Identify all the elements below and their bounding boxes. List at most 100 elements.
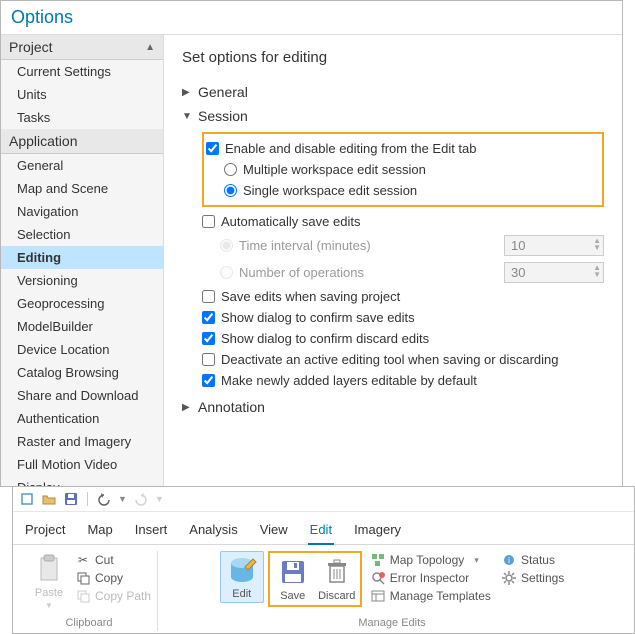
sidebar-item-tasks[interactable]: Tasks (1, 106, 163, 129)
sidebar-item-authentication[interactable]: Authentication (1, 407, 163, 430)
manage-templates-button[interactable]: Manage Templates (370, 587, 491, 605)
cut-button[interactable]: ✂ Cut (75, 551, 151, 569)
copy-icon (75, 570, 91, 586)
discard-icon (321, 556, 353, 588)
checkbox-confirm-discard[interactable] (202, 332, 215, 345)
gear-icon (501, 570, 517, 586)
group-annotation[interactable]: ▶ Annotation (182, 395, 604, 419)
option-label: Enable and disable editing from the Edit… (225, 141, 477, 156)
dropdown-label: Map Topology (390, 553, 465, 567)
option-save-on-project[interactable]: Save edits when saving project (202, 286, 604, 307)
sidebar-item-catalog-browsing[interactable]: Catalog Browsing (1, 361, 163, 384)
group-session[interactable]: ▼ Session (182, 104, 604, 128)
sidebar-item-navigation[interactable]: Navigation (1, 200, 163, 223)
ribbon-tabs: Project Map Insert Analysis View Edit Im… (13, 512, 634, 545)
sidebar-item-general[interactable]: General (1, 154, 163, 177)
sidebar-section-application[interactable]: Application (1, 129, 163, 154)
paste-icon (33, 553, 65, 585)
group-general[interactable]: ▶ General (182, 80, 604, 104)
new-project-icon[interactable] (19, 491, 35, 507)
button-label: Edit (232, 588, 251, 600)
sidebar-item-versioning[interactable]: Versioning (1, 269, 163, 292)
sidebar-item-geoprocessing[interactable]: Geoprocessing (1, 292, 163, 315)
svg-text:i: i (508, 556, 510, 565)
sidebar-item-units[interactable]: Units (1, 83, 163, 106)
radio-num-operations (220, 266, 233, 279)
edit-icon (226, 554, 258, 586)
option-confirm-save[interactable]: Show dialog to confirm save edits (202, 307, 604, 328)
sidebar-item-map-and-scene[interactable]: Map and Scene (1, 177, 163, 200)
option-single-workspace[interactable]: Single workspace edit session (206, 180, 600, 201)
option-multi-workspace[interactable]: Multiple workspace edit session (206, 159, 600, 180)
tab-project[interactable]: Project (23, 518, 67, 544)
save-button[interactable]: Save (271, 554, 315, 604)
radio-single-workspace[interactable] (224, 184, 237, 197)
sidebar-item-editing[interactable]: Editing (1, 246, 163, 269)
option-new-layers-editable[interactable]: Make newly added layers editable by defa… (202, 370, 604, 391)
copy-path-icon (75, 588, 91, 604)
map-topology-dropdown[interactable]: Map Topology ▾ (370, 551, 491, 569)
sidebar-item-selection[interactable]: Selection (1, 223, 163, 246)
option-auto-save[interactable]: Automatically save edits (202, 211, 604, 232)
group-label: Session (198, 108, 248, 124)
time-interval-value: 10 (511, 238, 525, 253)
option-time-interval: Time interval (minutes) 10 ▲▼ (202, 232, 604, 259)
group-label: Annotation (198, 399, 265, 415)
open-folder-icon[interactable] (41, 491, 57, 507)
checkbox-enable-edit-tab[interactable] (206, 142, 219, 155)
save-icon[interactable] (63, 491, 79, 507)
tab-edit[interactable]: Edit (308, 518, 334, 545)
checkbox-save-on-project[interactable] (202, 290, 215, 303)
undo-icon[interactable] (96, 491, 112, 507)
chevron-down-icon: ▾ (474, 555, 479, 566)
checkbox-deactivate-tool[interactable] (202, 353, 215, 366)
checkbox-confirm-save[interactable] (202, 311, 215, 324)
sidebar-item-device-location[interactable]: Device Location (1, 338, 163, 361)
chevron-right-icon: ▶ (182, 87, 192, 98)
sidebar-item-current-settings[interactable]: Current Settings (1, 60, 163, 83)
option-label: Automatically save edits (221, 214, 360, 229)
error-inspector-icon (370, 570, 386, 586)
settings-button[interactable]: Settings (501, 569, 564, 587)
option-confirm-discard[interactable]: Show dialog to confirm discard edits (202, 328, 604, 349)
sidebar-item-display[interactable]: Display (1, 476, 163, 486)
button-label: Cut (95, 553, 114, 567)
sidebar-item-share-and-download[interactable]: Share and Download (1, 384, 163, 407)
error-inspector-button[interactable]: Error Inspector (370, 569, 491, 587)
button-label: Error Inspector (390, 571, 469, 585)
tab-imagery[interactable]: Imagery (352, 518, 403, 544)
ribbon-group-label: Manage Edits (358, 615, 425, 631)
checkbox-new-layers-editable[interactable] (202, 374, 215, 387)
option-num-operations: Number of operations 30 ▲▼ (202, 259, 604, 286)
sidebar-item-full-motion-video[interactable]: Full Motion Video (1, 453, 163, 476)
option-label: Number of operations (239, 265, 364, 280)
checkbox-auto-save[interactable] (202, 215, 215, 228)
discard-button[interactable]: Discard (315, 554, 359, 604)
dropdown-icon[interactable]: ▼ (118, 494, 127, 504)
sidebar-item-raster-and-imagery[interactable]: Raster and Imagery (1, 430, 163, 453)
option-label: Time interval (minutes) (239, 238, 371, 253)
option-deactivate-tool[interactable]: Deactivate an active editing tool when s… (202, 349, 604, 370)
copy-button[interactable]: Copy (75, 569, 151, 587)
button-label: Paste (35, 587, 63, 599)
dropdown-icon[interactable]: ▼ (155, 494, 164, 504)
tab-view[interactable]: View (258, 518, 290, 544)
status-button[interactable]: i Status (501, 551, 564, 569)
tab-analysis[interactable]: Analysis (187, 518, 239, 544)
option-label: Save edits when saving project (221, 289, 400, 304)
tab-insert[interactable]: Insert (133, 518, 170, 544)
options-body: Project ▲ Current Settings Units Tasks A… (1, 35, 622, 486)
separator (87, 492, 88, 506)
cut-icon: ✂ (75, 552, 91, 568)
sidebar-section-label: Project (9, 39, 53, 55)
button-label: Save (280, 590, 305, 602)
radio-multi-workspace[interactable] (224, 163, 237, 176)
button-label: Status (521, 553, 555, 567)
redo-icon[interactable] (133, 491, 149, 507)
chevron-down-icon: ▼ (182, 111, 192, 122)
tab-map[interactable]: Map (85, 518, 114, 544)
sidebar-item-modelbuilder[interactable]: ModelBuilder (1, 315, 163, 338)
option-enable-edit-tab[interactable]: Enable and disable editing from the Edit… (206, 138, 600, 159)
sidebar-section-project[interactable]: Project ▲ (1, 35, 163, 60)
edit-button[interactable]: Edit (220, 551, 264, 603)
